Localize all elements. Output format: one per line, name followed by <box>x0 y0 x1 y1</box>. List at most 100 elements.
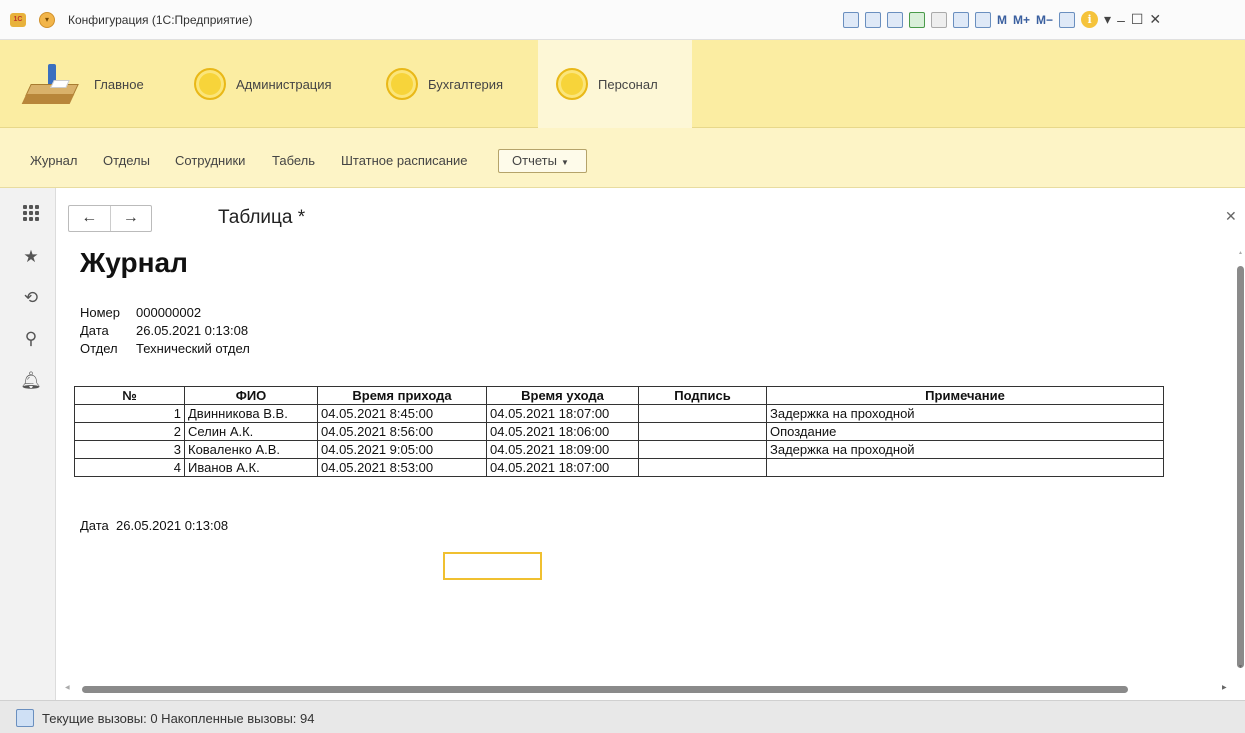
search-icon[interactable]: ⚲ <box>20 328 42 350</box>
nav-employees-link[interactable]: Сотрудники <box>175 153 245 168</box>
section-administration[interactable]: Администрация <box>194 40 332 128</box>
forward-arrow-icon[interactable]: → <box>111 206 152 231</box>
cell-name[interactable]: Селин А.К. <box>184 422 318 441</box>
cell-arrival[interactable]: 04.05.2021 8:56:00 <box>317 422 487 441</box>
back-arrow-icon[interactable]: ← <box>69 206 111 231</box>
section-personnel[interactable]: Персонал <box>538 40 692 128</box>
header-name: ФИО <box>184 386 318 405</box>
cell-departure[interactable]: 04.05.2021 18:06:00 <box>486 422 639 441</box>
cell-number[interactable]: 1 <box>74 404 185 423</box>
department-value: Технический отдел <box>136 341 250 356</box>
chevron-down-icon: ▼ <box>560 158 569 167</box>
cell-number[interactable]: 2 <box>74 422 185 441</box>
circle-icon <box>556 68 588 100</box>
bell-icon[interactable]: 🔔︎ <box>20 370 42 392</box>
cell-note[interactable]: Опоздание <box>766 422 1164 441</box>
app-logo-icon: 1С <box>10 13 26 27</box>
print-icon[interactable] <box>865 11 881 28</box>
cell-number[interactable]: 4 <box>74 458 185 477</box>
cell-arrival[interactable]: 04.05.2021 9:05:00 <box>317 440 487 459</box>
link-icon[interactable] <box>909 11 925 28</box>
horizontal-scrollbar[interactable] <box>82 686 1128 693</box>
preview-icon[interactable] <box>887 11 903 28</box>
nav-staffing-link[interactable]: Штатное расписание <box>341 153 468 168</box>
title-toolbar: M M+ M− i ▾ – ☐ ✕ <box>843 11 1161 28</box>
cell-signature[interactable] <box>638 458 767 477</box>
cell-departure[interactable]: 04.05.2021 18:09:00 <box>486 440 639 459</box>
number-label: Номер <box>80 305 121 320</box>
history-nav: ← → <box>68 205 152 232</box>
document-heading: Журнал <box>80 247 188 278</box>
footer-date: Дата 26.05.2021 0:13:08 <box>80 518 228 533</box>
info-icon[interactable]: i <box>1081 11 1099 28</box>
nav-journal-link[interactable]: Журнал <box>30 153 77 168</box>
save-icon[interactable] <box>843 11 859 28</box>
reports-label: Отчеты <box>512 153 557 168</box>
meta-date: Дата 26.05.2021 0:13:08 <box>80 323 248 338</box>
table-header-row: № ФИО Время прихода Время ухода Подпись … <box>74 386 1164 405</box>
desk-icon <box>21 62 82 106</box>
scroll-left-arrow-icon[interactable]: ◀ <box>65 684 70 691</box>
close-document-icon[interactable]: ✕ <box>1225 208 1237 225</box>
scroll-up-arrow-icon[interactable]: ▲ <box>1238 250 1243 256</box>
cell-note[interactable] <box>766 458 1164 477</box>
table-row[interactable]: 2 Селин А.К. 04.05.2021 8:56:00 04.05.20… <box>74 422 1164 441</box>
selected-cell[interactable] <box>443 552 542 580</box>
meta-department: Отдел Технический отдел <box>80 341 250 356</box>
cell-arrival[interactable]: 04.05.2021 8:53:00 <box>317 458 487 477</box>
calendar-icon[interactable] <box>975 11 991 28</box>
cell-departure[interactable]: 04.05.2021 18:07:00 <box>486 458 639 477</box>
footer-date-label: Дата <box>80 518 109 533</box>
sections-panel: Главное Администрация Бухгалтерия Персон… <box>0 40 1245 128</box>
section-label: Персонал <box>598 76 658 92</box>
cell-arrival[interactable]: 04.05.2021 8:45:00 <box>317 404 487 423</box>
header-signature: Подпись <box>638 386 767 405</box>
cell-signature[interactable] <box>638 404 767 423</box>
table-row[interactable]: 3 Коваленко А.В. 04.05.2021 9:05:00 04.0… <box>74 440 1164 459</box>
close-window-icon[interactable]: ✕ <box>1149 11 1161 28</box>
section-main[interactable]: Главное <box>21 40 144 128</box>
cell-note[interactable]: Задержка на проходной <box>766 404 1164 423</box>
calculator-icon[interactable] <box>953 11 969 28</box>
cell-number[interactable]: 3 <box>74 440 185 459</box>
header-departure: Время ухода <box>486 386 639 405</box>
title-bar: 1С ▾ Конфигурация (1С:Предприятие) M M+ … <box>0 0 1245 40</box>
print-disabled-icon[interactable] <box>931 11 947 28</box>
cell-name[interactable]: Коваленко А.В. <box>184 440 318 459</box>
table-row[interactable]: 4 Иванов А.К. 04.05.2021 8:53:00 04.05.2… <box>74 458 1164 477</box>
cell-departure[interactable]: 04.05.2021 18:07:00 <box>486 404 639 423</box>
nav-departments-link[interactable]: Отделы <box>103 153 150 168</box>
history-icon[interactable]: ⟲ <box>20 287 42 309</box>
panel-layout-icon[interactable] <box>1059 11 1076 28</box>
memory-m-button[interactable]: M <box>997 13 1007 27</box>
status-bar: Текущие вызовы: 0 Накопленные вызовы: 94 <box>0 700 1245 733</box>
main-menu-button[interactable]: ▾ <box>39 12 55 28</box>
maximize-icon[interactable]: ☐ <box>1131 11 1144 28</box>
apps-grid-icon[interactable] <box>20 202 42 224</box>
chevron-down-icon[interactable]: ▾ <box>1104 11 1111 28</box>
scroll-right-arrow-icon[interactable]: ▶ <box>1222 684 1227 691</box>
table-row[interactable]: 1 Двинникова В.В. 04.05.2021 8:45:00 04.… <box>74 404 1164 423</box>
cell-signature[interactable] <box>638 440 767 459</box>
cell-name[interactable]: Иванов А.К. <box>184 458 318 477</box>
number-value: 000000002 <box>136 305 202 320</box>
cell-name[interactable]: Двинникова В.В. <box>184 404 318 423</box>
vertical-scrollbar[interactable] <box>1237 266 1244 668</box>
minimize-icon[interactable]: – <box>1117 12 1125 28</box>
reports-dropdown-button[interactable]: Отчеты ▼ <box>498 149 587 173</box>
nav-timesheet-link[interactable]: Табель <box>272 153 315 168</box>
memory-plus-button[interactable]: M+ <box>1013 13 1030 27</box>
server-calls-icon[interactable] <box>16 709 34 727</box>
memory-minus-button[interactable]: M− <box>1036 13 1053 27</box>
meta-number: Номер 000000002 <box>80 305 201 320</box>
cell-signature[interactable] <box>638 422 767 441</box>
circle-icon <box>194 68 226 100</box>
section-accounting[interactable]: Бухгалтерия <box>386 40 503 128</box>
star-icon[interactable]: ★ <box>20 246 42 268</box>
function-panel: Журнал Отделы Сотрудники Табель Штатное … <box>0 128 1245 188</box>
circle-icon <box>386 68 418 100</box>
scroll-down-arrow-icon[interactable]: ▼ <box>1238 664 1243 670</box>
cell-note[interactable]: Задержка на проходной <box>766 440 1164 459</box>
section-label: Бухгалтерия <box>428 76 504 92</box>
department-label: Отдел <box>80 341 118 356</box>
